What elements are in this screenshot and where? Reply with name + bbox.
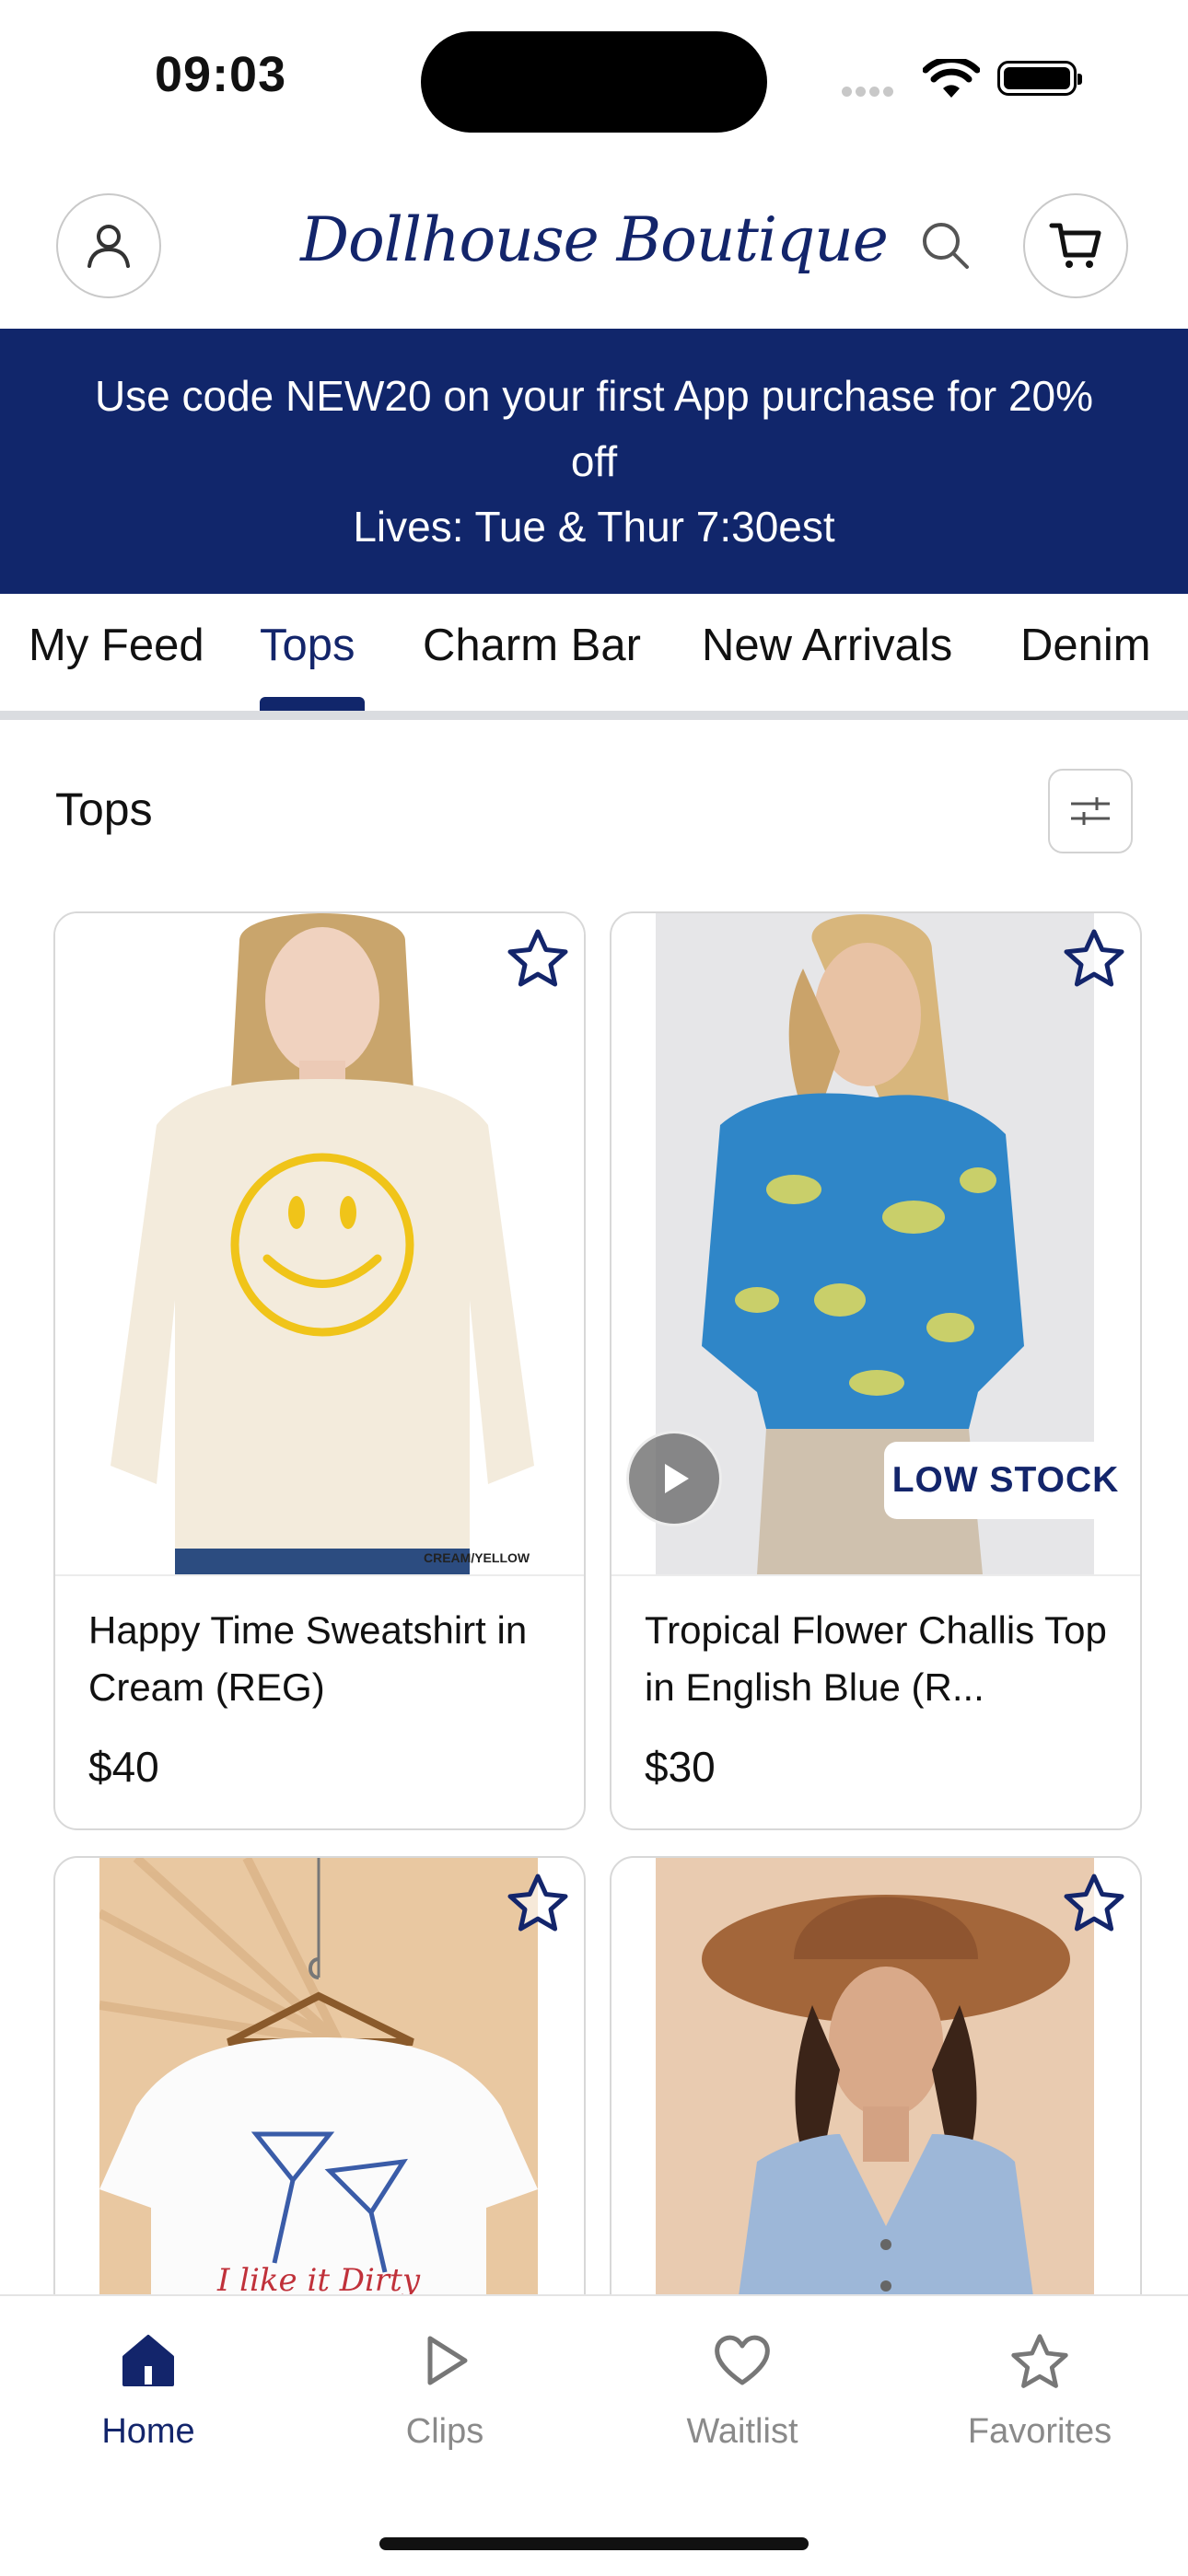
promo-line-3: Lives: Tue & Thur 7:30est <box>353 503 835 551</box>
product-name[interactable]: Happy Time Sweatshirt in Cream (REG) <box>88 1602 558 1716</box>
tabs-divider <box>0 711 1188 720</box>
cart-icon <box>1049 223 1101 268</box>
nav-clips-label: Clips <box>405 2412 484 2451</box>
tab-charm-bar[interactable]: Charm Bar <box>423 620 641 671</box>
product-price: $40 <box>88 1743 159 1791</box>
product-image[interactable]: CREAM/YELLOW <box>55 913 584 1574</box>
product-image[interactable] <box>656 1858 1094 2333</box>
product-card[interactable]: CREAM/YELLOW Happy Time Sweatshirt in Cr… <box>53 911 586 1830</box>
star-icon <box>1064 1874 1124 1932</box>
tab-tops[interactable]: Tops <box>260 620 355 671</box>
tab-new-arrivals[interactable]: New Arrivals <box>702 620 952 671</box>
promo-line-2: off <box>570 437 618 485</box>
home-icon <box>122 2335 174 2386</box>
dynamic-island <box>421 31 767 133</box>
promo-line-1: Use code NEW20 on your first App purchas… <box>94 372 1094 420</box>
play-icon <box>665 1464 689 1493</box>
nav-favorites-label: Favorites <box>967 2412 1112 2451</box>
search-icon <box>923 223 969 269</box>
nav-home-label: Home <box>101 2412 195 2451</box>
play-icon <box>427 2336 468 2385</box>
active-tab-indicator <box>260 697 365 711</box>
product-image[interactable]: I like it Dirty <box>97 1858 538 2333</box>
favorite-button[interactable] <box>505 926 571 997</box>
sliders-icon <box>1071 797 1110 825</box>
card-divider <box>611 1574 1140 1576</box>
star-icon <box>507 1874 568 1932</box>
status-time: 09:03 <box>155 47 287 102</box>
product-card[interactable]: LOW STOCK Tropical Flower Challis Top in… <box>610 911 1142 1830</box>
star-icon <box>1064 929 1124 987</box>
promo-banner: Use code NEW20 on your first App purchas… <box>0 329 1188 594</box>
signal-icon <box>842 85 897 101</box>
favorite-button[interactable] <box>505 1871 571 1942</box>
video-play-button[interactable] <box>626 1431 722 1526</box>
product-price: $30 <box>645 1743 716 1791</box>
nav-waitlist-label: Waitlist <box>686 2412 798 2451</box>
category-tabs: My Feed Tops Charm Bar New Arrivals Deni… <box>0 594 1188 714</box>
low-stock-badge: LOW STOCK <box>884 1442 1127 1519</box>
tab-my-feed[interactable]: My Feed <box>29 620 204 671</box>
image-caption: CREAM/YELLOW <box>424 1550 530 1565</box>
product-card[interactable]: I like it Dirty <box>53 1856 586 2335</box>
filter-button[interactable] <box>1048 769 1133 853</box>
card-divider <box>55 1574 584 1576</box>
favorite-button[interactable] <box>1061 1871 1127 1942</box>
wifi-icon <box>922 56 981 104</box>
search-button[interactable] <box>919 219 971 275</box>
heart-icon <box>715 2335 770 2385</box>
favorite-button[interactable] <box>1061 926 1127 997</box>
star-icon <box>1011 2334 1068 2388</box>
image-script-text: I like it Dirty <box>216 2262 421 2296</box>
product-card[interactable] <box>610 1856 1142 2335</box>
product-name[interactable]: Tropical Flower Challis Top in English B… <box>645 1602 1114 1716</box>
home-indicator[interactable] <box>379 2537 809 2550</box>
section-title: Tops <box>55 783 153 835</box>
brand-logo[interactable]: Dollhouse Boutique <box>0 204 1188 275</box>
cart-button[interactable] <box>1023 193 1128 298</box>
bottom-navigation: Home Clips Waitlist Favorites <box>0 2294 1188 2576</box>
tab-denim[interactable]: Denim <box>1020 620 1151 671</box>
battery-icon <box>997 61 1082 96</box>
star-icon <box>507 929 568 987</box>
